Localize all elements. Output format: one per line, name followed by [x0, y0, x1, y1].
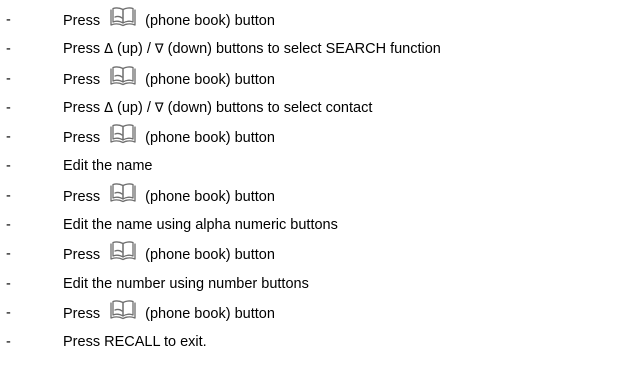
step-text-segment: Press: [63, 41, 105, 58]
step-text-segment: Press: [63, 99, 105, 116]
list-dash: -: [6, 70, 11, 87]
step-text-segment: Press: [63, 13, 105, 29]
list-dash: -: [6, 334, 11, 351]
step-text-segment: Press: [63, 130, 105, 147]
step-text-segment: (phone book) button: [141, 188, 275, 205]
step-text: Press Δ (up) / ∇ (down) buttons to selec…: [63, 94, 372, 123]
step-text-segment: Press: [63, 305, 105, 322]
phone-book-icon: [109, 6, 137, 28]
list-dash: -: [6, 217, 11, 234]
list-dash: -: [6, 41, 11, 58]
step-text-segment: Press: [63, 188, 105, 205]
list-dash: -: [6, 304, 11, 321]
step-text: Press (phone book) button: [63, 123, 275, 153]
list-dash: -: [6, 12, 11, 28]
step-text: Press (phone book) button: [63, 182, 275, 212]
phone-book-icon: [109, 299, 137, 321]
down-triangle-icon: ∇: [154, 42, 164, 58]
list-dash: -: [6, 158, 11, 175]
step-text: Edit the name using alpha numeric button…: [63, 211, 338, 240]
step-text-segment: Press: [63, 71, 105, 88]
step-text-segment: (down) buttons to select SEARCH function: [163, 41, 441, 58]
step-text-segment: Press: [63, 247, 105, 264]
step-text: Press (phone book) button: [63, 240, 275, 270]
step-text-segment: (phone book) button: [141, 247, 275, 264]
phone-book-icon: [109, 65, 137, 87]
up-triangle-icon: Δ: [104, 100, 113, 116]
step-text: Press (phone book) button: [63, 65, 275, 95]
step-text-segment: Edit the number using number buttons: [63, 275, 309, 292]
step-text-segment: (phone book) button: [141, 71, 275, 88]
list-dash: -: [6, 187, 11, 204]
step-text: Edit the number using number buttons: [63, 270, 309, 299]
list-dash: -: [6, 129, 11, 146]
list-dash: -: [6, 99, 11, 116]
step-text: Edit the name: [63, 152, 152, 181]
step-text-segment: (phone book) button: [141, 13, 275, 29]
step-text-segment: (phone book) button: [141, 305, 275, 322]
step-text: Press (phone book) button: [63, 6, 275, 36]
step-text-segment: (phone book) button: [141, 130, 275, 147]
step-text-segment: (down) buttons to select contact: [163, 99, 373, 116]
phone-book-icon: [109, 123, 137, 145]
step-text-segment: Edit the name using alpha numeric button…: [63, 217, 338, 234]
list-dash: -: [6, 275, 11, 292]
step-text-segment: Press RECALL to exit.: [63, 334, 207, 351]
step-text-segment: Edit the name: [63, 158, 153, 175]
step-text: Press Δ (up) / ∇ (down) buttons to selec…: [63, 35, 441, 64]
phone-book-icon: [109, 182, 137, 204]
step-text: Press RECALL to exit.: [63, 328, 207, 357]
up-triangle-icon: Δ: [104, 42, 113, 58]
step-text-segment: (up) /: [113, 41, 155, 58]
down-triangle-icon: ∇: [154, 100, 164, 116]
phone-book-icon: [109, 240, 137, 262]
list-dash: -: [6, 246, 11, 263]
step-text-segment: (up) /: [113, 99, 155, 116]
step-text: Press (phone book) button: [63, 299, 275, 329]
